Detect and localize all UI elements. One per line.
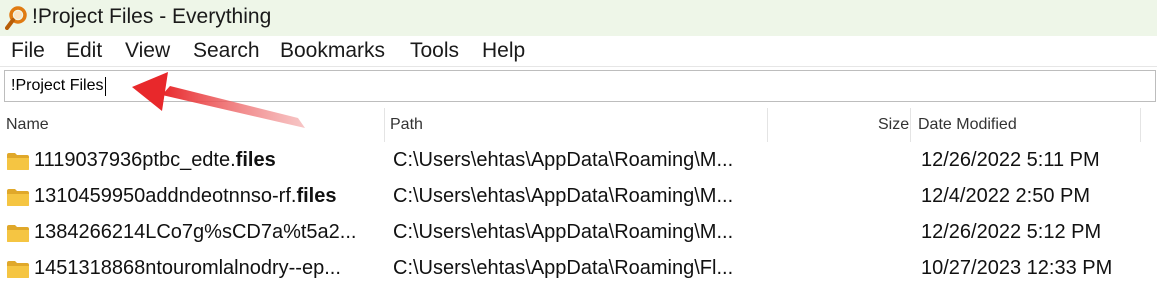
date-modified: 12/26/2022 5:12 PM [921,221,1102,243]
title-bar: !Project Files - Everything [0,0,1157,36]
column-divider[interactable] [910,108,911,142]
table-row[interactable]: 1384266214LCo7g%sCD7a%t5a2... C:\Users\e… [0,215,1157,251]
menu-bookmarks[interactable]: Bookmarks [280,39,385,63]
menu-search[interactable]: Search [193,39,260,63]
table-row[interactable]: 1119037936ptbc_edte.files C:\Users\ehtas… [0,143,1157,179]
text-caret [105,77,106,96]
file-name: 1451318868ntouromlalnodry--ep... [34,257,341,279]
column-header-path[interactable]: Path [390,108,423,142]
magnifier-icon [5,6,27,30]
file-path: C:\Users\ehtas\AppData\Roaming\M... [393,221,734,243]
file-name: 1119037936ptbc_edte.files [34,149,276,171]
column-header-name[interactable]: Name [6,108,49,142]
menu-tools[interactable]: Tools [410,39,459,63]
file-name: 1384266214LCo7g%sCD7a%t5a2... [34,221,357,243]
date-modified: 10/27/2023 12:33 PM [921,257,1113,279]
file-path: C:\Users\ehtas\AppData\Roaming\M... [393,149,734,171]
folder-icon [7,225,29,242]
column-divider[interactable] [384,108,385,142]
menu-view[interactable]: View [125,39,170,63]
folder-icon [7,153,29,170]
date-modified: 12/4/2022 2:50 PM [921,185,1091,207]
folder-icon [7,189,29,206]
window-title: !Project Files - Everything [32,5,272,28]
menu-help[interactable]: Help [482,39,525,63]
menu-file[interactable]: File [11,39,45,63]
menu-edit[interactable]: Edit [66,39,102,63]
column-divider[interactable] [1140,108,1141,142]
menu-bar: File Edit View Search Bookmarks Tools He… [0,36,1157,67]
search-input[interactable] [5,71,1155,101]
file-path: C:\Users\ehtas\AppData\Roaming\Fl... [393,257,734,279]
column-divider[interactable] [767,108,768,142]
column-header-date-modified[interactable]: Date Modified [918,108,1017,142]
file-name: 1310459950addndeotnnso-rf.files [34,185,337,207]
date-modified: 12/26/2022 5:11 PM [921,149,1100,171]
folder-icon [7,261,29,278]
table-row[interactable]: 1310459950addndeotnnso-rf.files C:\Users… [0,179,1157,215]
table-row[interactable]: 1451318868ntouromlalnodry--ep... C:\User… [0,251,1157,287]
column-header-size[interactable]: Size [878,108,909,142]
search-box[interactable] [4,70,1156,102]
file-path: C:\Users\ehtas\AppData\Roaming\M... [393,185,734,207]
